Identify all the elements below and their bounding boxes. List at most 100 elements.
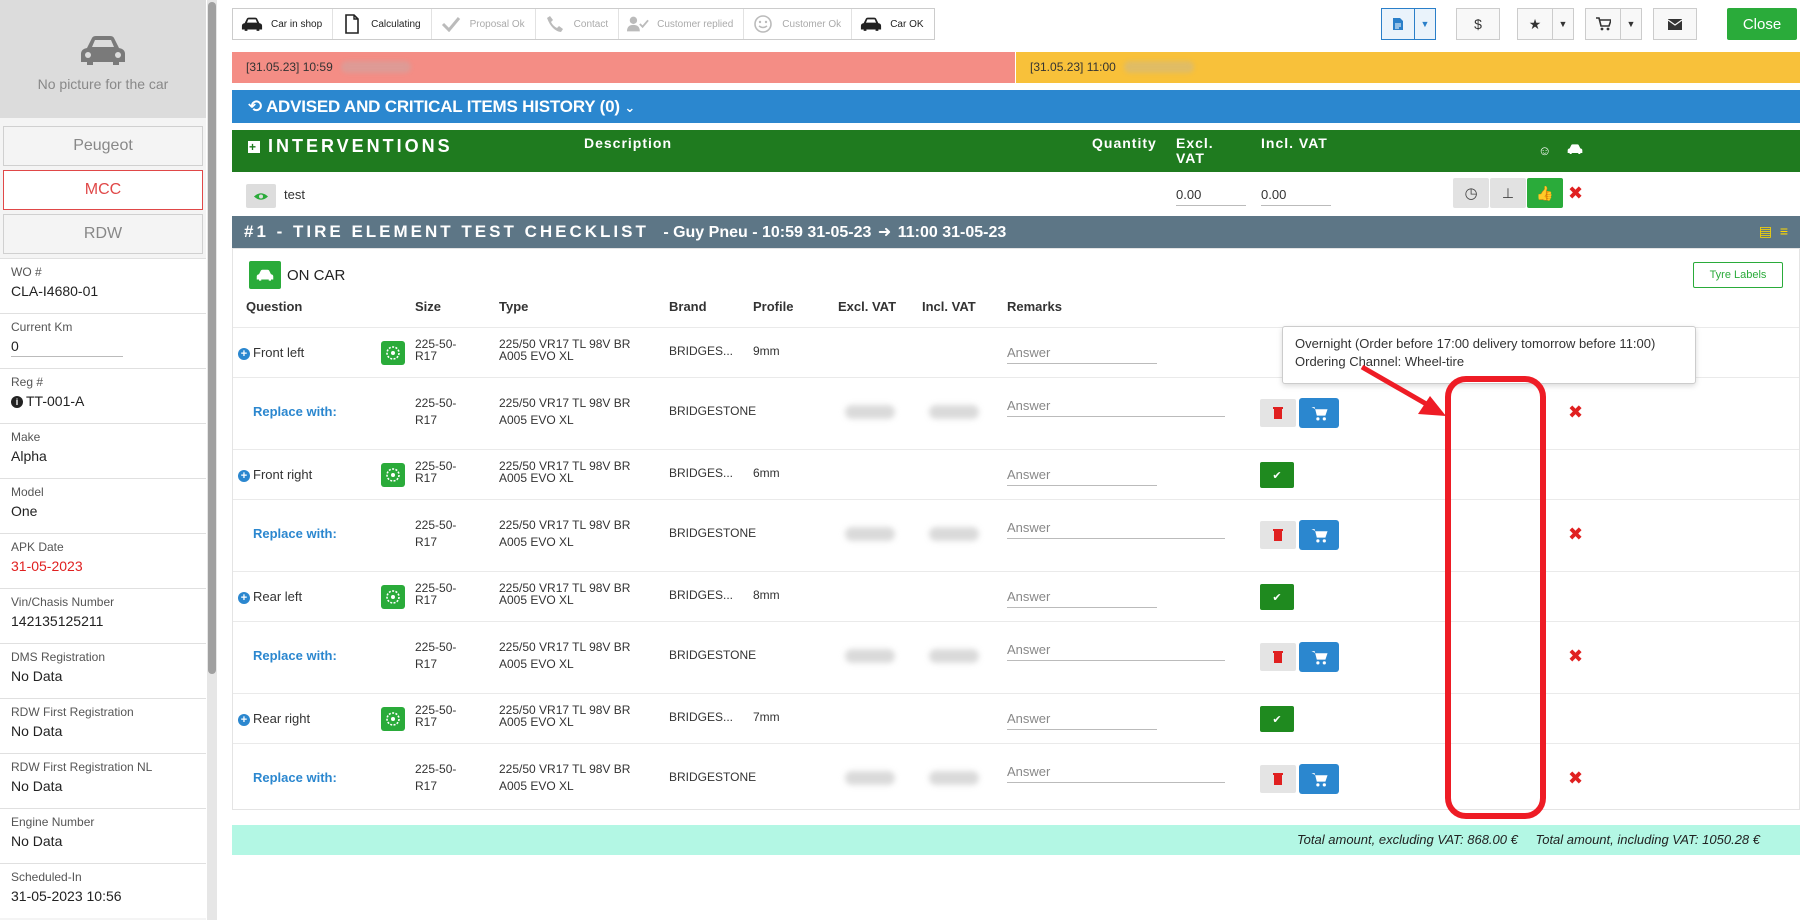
step-customer-ok[interactable]: Customer Ok [744,9,853,39]
type-cell: 225/50 VR17 TL 98V BR A005 EVO XL [499,581,631,607]
replace-type-cell: 225/50 VR17 TL 98V BR A005 EVO XL [499,762,631,793]
replace-size-cell: 225-50-R17 [415,640,457,671]
replace-size-cell: 225-50-R17 [415,396,457,427]
order-cart-button[interactable] [1299,520,1339,550]
field-value: 31-05-2023 10:56 [11,888,122,904]
rdw-button[interactable]: RDW [3,214,203,254]
add-intervention-icon[interactable]: + [248,141,260,153]
delete-icon[interactable]: ✖ [1568,402,1583,423]
email-button[interactable] [1653,8,1697,40]
check-icon [440,14,462,34]
trash-button[interactable] [1260,765,1296,793]
step-proposal-ok[interactable]: Proposal Ok [432,9,536,39]
favorite-button[interactable]: ★ [1517,8,1553,40]
answer-input[interactable]: Answer [1007,642,1225,661]
star-icon: ★ [1528,15,1542,32]
step-contact[interactable]: Contact [536,9,620,39]
blurred-incl-vat [929,771,979,785]
step-car-in-shop[interactable]: Car in shop [233,9,334,39]
answer-input[interactable]: Answer [1007,398,1225,417]
tyre-labels-button[interactable]: Tyre Labels [1693,262,1783,288]
answer-input[interactable]: Answer [1007,520,1225,539]
scrollbar-thumb[interactable] [208,2,216,674]
tire-icon[interactable] [381,585,405,609]
view-button[interactable] [246,184,276,208]
timeline-segment-end[interactable]: [31.05.23] 11:00 [1015,52,1800,83]
field-label: Reg # [11,375,44,389]
order-cart-button[interactable] [1299,642,1339,672]
answer-input[interactable]: Answer [1007,711,1157,730]
confirm-button[interactable]: ✔ [1260,462,1294,488]
cart-dropdown-button[interactable]: ▼ [1620,8,1642,40]
sidebar-scrollbar[interactable] [207,0,217,920]
clock-button[interactable]: ◷ [1453,178,1489,208]
tire-icon[interactable] [381,707,405,731]
current-km-input[interactable]: 0 [11,338,123,357]
document-dropdown-button[interactable]: ▼ [1414,8,1436,40]
timeline-segment-start[interactable]: [31.05.23] 10:59 [232,52,1015,83]
excl-vat-input[interactable]: 0.00 [1176,187,1246,206]
profile-cell: 6mm [753,466,780,480]
incl-vat-input[interactable]: 0.00 [1261,187,1331,206]
trash-button[interactable] [1260,643,1296,671]
col-description: Description [584,135,673,151]
answer-input[interactable]: Answer [1007,764,1225,783]
confirm-button[interactable]: ✔ [1260,706,1294,732]
brand-cell: BRIDGES... [669,710,734,724]
col-excl-vat: Excl. VAT [838,299,897,314]
field-label: WO # [11,265,42,279]
pdf-icon[interactable]: ▤ [1759,223,1772,239]
tire-icon[interactable] [381,341,405,365]
document-button[interactable] [1381,8,1415,40]
cart-icon [1310,528,1328,542]
trash-button[interactable] [1260,521,1296,549]
answer-input[interactable]: Answer [1007,345,1157,364]
info-icon[interactable]: i [11,396,23,408]
order-cart-button[interactable] [1299,398,1339,428]
status-steps: Car in shop Calculating Proposal Ok Cont… [232,8,935,40]
mcc-button[interactable]: MCC [3,170,203,210]
step-label: Customer replied [657,18,734,30]
delete-icon[interactable]: ✖ [1568,646,1583,667]
col-incl-vat: Incl. VAT [1261,135,1328,151]
field-value: CLA-I4680-01 [11,283,99,299]
expand-plus-icon[interactable]: + [238,348,250,360]
delete-icon[interactable]: ✖ [1568,524,1583,545]
field-value: One [11,503,38,519]
price-button[interactable]: $ [1456,8,1500,40]
favorite-dropdown-button[interactable]: ▼ [1552,8,1574,40]
close-button[interactable]: Close [1727,8,1797,40]
profile-cell: 8mm [753,588,780,602]
step-customer-replied[interactable]: Customer replied [619,9,745,39]
size-cell: 225-50-R17 [415,581,457,607]
step-calculating[interactable]: Calculating [333,9,432,39]
interventions-header: + INTERVENTIONS Description Quantity Excl… [232,130,1800,172]
cart-button[interactable] [1585,8,1621,40]
cart-icon [1310,772,1328,786]
delete-icon[interactable]: ✖ [1568,768,1583,789]
delete-icon[interactable]: ✖ [1568,183,1583,204]
expand-plus-icon[interactable]: + [238,714,250,726]
answer-input[interactable]: Answer [1007,589,1157,608]
trash-button[interactable] [1260,399,1296,427]
answer-input[interactable]: Answer [1007,467,1157,486]
step-car-ok[interactable]: Car OK [852,9,933,39]
pin-button[interactable]: ⊥ [1490,178,1526,208]
peugeot-button[interactable]: Peugeot [3,126,203,166]
current-km-field: Current Km 0 [0,313,206,368]
approve-button[interactable]: 👍 [1527,178,1563,208]
expand-plus-icon[interactable]: + [238,592,250,604]
document-icon [1393,18,1403,30]
col-size: Size [415,299,442,314]
confirm-button[interactable]: ✔ [1260,584,1294,610]
field-value: 142135125211 [11,613,104,629]
scheduled-in-field: Scheduled-In 31-05-2023 10:56 [0,863,206,918]
tire-icon[interactable] [381,463,405,487]
trash-icon [1273,529,1283,541]
on-car-label: ON CAR [249,261,345,289]
menu-icon[interactable]: ≡ [1780,223,1788,239]
car-icon [241,14,263,34]
order-cart-button[interactable] [1299,764,1339,794]
expand-plus-icon[interactable]: + [238,470,250,482]
advised-history-bar[interactable]: ⟲ ADVISED AND CRITICAL ITEMS HISTORY (0)… [232,90,1800,123]
